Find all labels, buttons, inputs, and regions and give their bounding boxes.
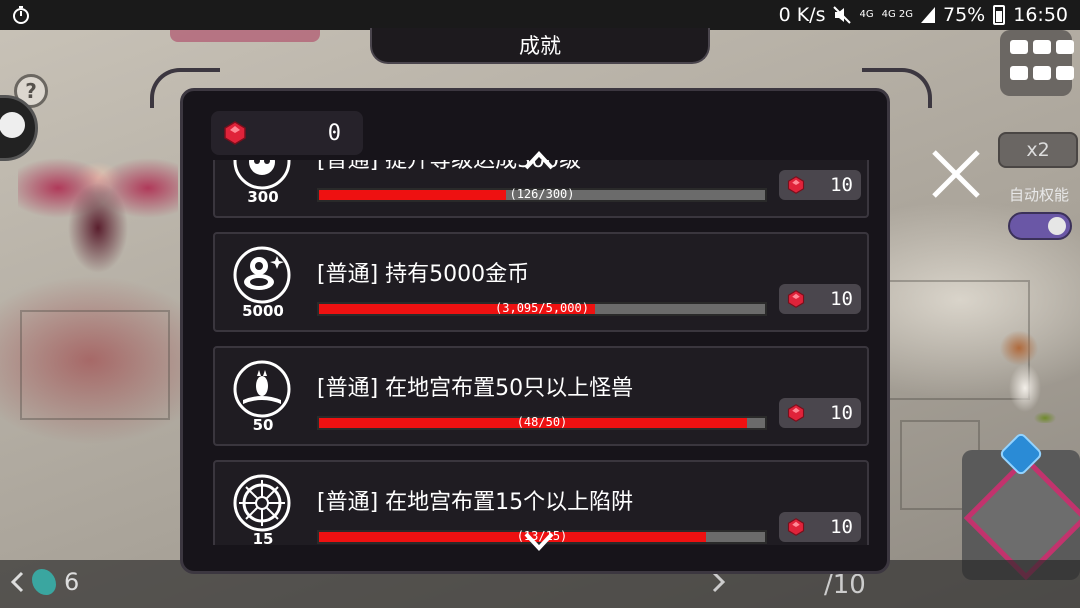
progress-text: (3,095/5,000): [495, 301, 589, 315]
help-label: ?: [25, 79, 37, 103]
grid-cell: [1056, 40, 1074, 54]
demon-lord-sprite[interactable]: [18, 118, 178, 308]
achievement-card[interactable]: 50 [普通] 在地宫布置50只以上怪兽 (48/50) 10: [213, 346, 869, 446]
speed-x2-button[interactable]: x2: [998, 132, 1078, 168]
grid-cell: [1010, 65, 1028, 80]
red-gem-icon: [787, 518, 805, 536]
progress-text: (126/300): [509, 187, 575, 201]
auto-skill-toggle[interactable]: [1008, 212, 1072, 240]
grid-cell: [1033, 65, 1051, 80]
mute-icon: [833, 6, 852, 24]
gem-balance: 0: [211, 111, 363, 155]
reward-amount: 10: [830, 174, 853, 196]
auto-skill-label: 自动权能: [1008, 186, 1069, 204]
achievement-title: [普通] 在地宫布置15个以上陷阱: [317, 490, 634, 515]
scroll-down-button[interactable]: [522, 528, 556, 552]
grid-cell: [1010, 40, 1028, 54]
chevron-right-icon[interactable]: [712, 571, 726, 593]
butterfly-icon: [32, 569, 56, 595]
badge-number: 5000: [242, 302, 284, 320]
gem-amount: 0: [327, 120, 341, 146]
red-gem-icon: [787, 176, 805, 194]
red-gem-icon: [787, 290, 805, 308]
badge-number: 300: [247, 188, 279, 206]
battery-icon: [993, 5, 1006, 25]
grid-cell: [1033, 40, 1051, 54]
progress-bar: (3,095/5,000): [317, 301, 767, 316]
reward-amount: 10: [830, 516, 853, 538]
bottom-count: 6: [64, 568, 80, 596]
system-status-bar: 0 K/s 4G 4G 2G 75% 16:50: [0, 0, 1080, 30]
badge-number: 50: [252, 416, 274, 434]
bottom-right-group: /10: [712, 570, 866, 600]
red-gem-icon: [787, 404, 805, 422]
reward-amount: 10: [830, 402, 853, 424]
progress-bar: (48/50): [317, 415, 767, 430]
network-type-bottom: 4G 2G: [881, 9, 913, 20]
achievement-title: [普通] 在地宫布置50只以上怪兽: [317, 376, 634, 401]
close-button[interactable]: [924, 142, 988, 206]
chevron-up-icon: [524, 151, 554, 170]
menu-grid-button[interactable]: [1000, 30, 1074, 96]
bottom-page-count: /10: [824, 570, 866, 600]
speed-label: x2: [1026, 139, 1050, 161]
bottom-left-group: 6: [10, 568, 79, 596]
signal-icon: [921, 7, 935, 23]
chevron-left-icon[interactable]: [10, 571, 24, 593]
reward-amount: 10: [830, 288, 853, 310]
title-frame: 成就: [370, 28, 710, 64]
stopwatch-icon: [13, 6, 29, 24]
battery-percent: 75%: [943, 4, 986, 26]
hp-bar-hint: [170, 30, 320, 42]
scroll-up-button[interactable]: [522, 148, 556, 172]
progress-text: (48/50): [516, 415, 568, 429]
gold-coin-icon: [233, 246, 291, 304]
reward-badge[interactable]: 10: [779, 512, 861, 542]
grid-cell: [1056, 65, 1074, 80]
achievement-title: [普通] 持有5000金币: [317, 262, 530, 287]
achievement-card[interactable]: 5000 [普通] 持有5000金币 (3,095/5,000) 10: [213, 232, 869, 332]
network-speed: 0 K/s: [778, 4, 826, 26]
hero-girl-sprite[interactable]: [985, 318, 1065, 423]
monster-book-icon: [233, 360, 291, 418]
close-icon: [932, 150, 980, 198]
trap-wheel-icon: [233, 474, 291, 532]
page-title: 成就: [519, 34, 561, 58]
reward-badge[interactable]: 10: [779, 398, 861, 428]
chevron-down-icon: [524, 532, 554, 551]
reward-badge[interactable]: 10: [779, 170, 861, 200]
floor-tile-outline: [20, 310, 170, 420]
progress-bar: (126/300): [317, 187, 767, 202]
achievement-list[interactable]: 300 [普通] 提升等级达成300级 (126/300) 10 5000 [普…: [210, 160, 870, 545]
reward-badge[interactable]: 10: [779, 284, 861, 314]
network-type-top: 4G: [859, 9, 874, 20]
badge-number: 15: [252, 530, 274, 545]
clock-time: 16:50: [1013, 4, 1068, 26]
red-gem-icon: [224, 121, 246, 145]
